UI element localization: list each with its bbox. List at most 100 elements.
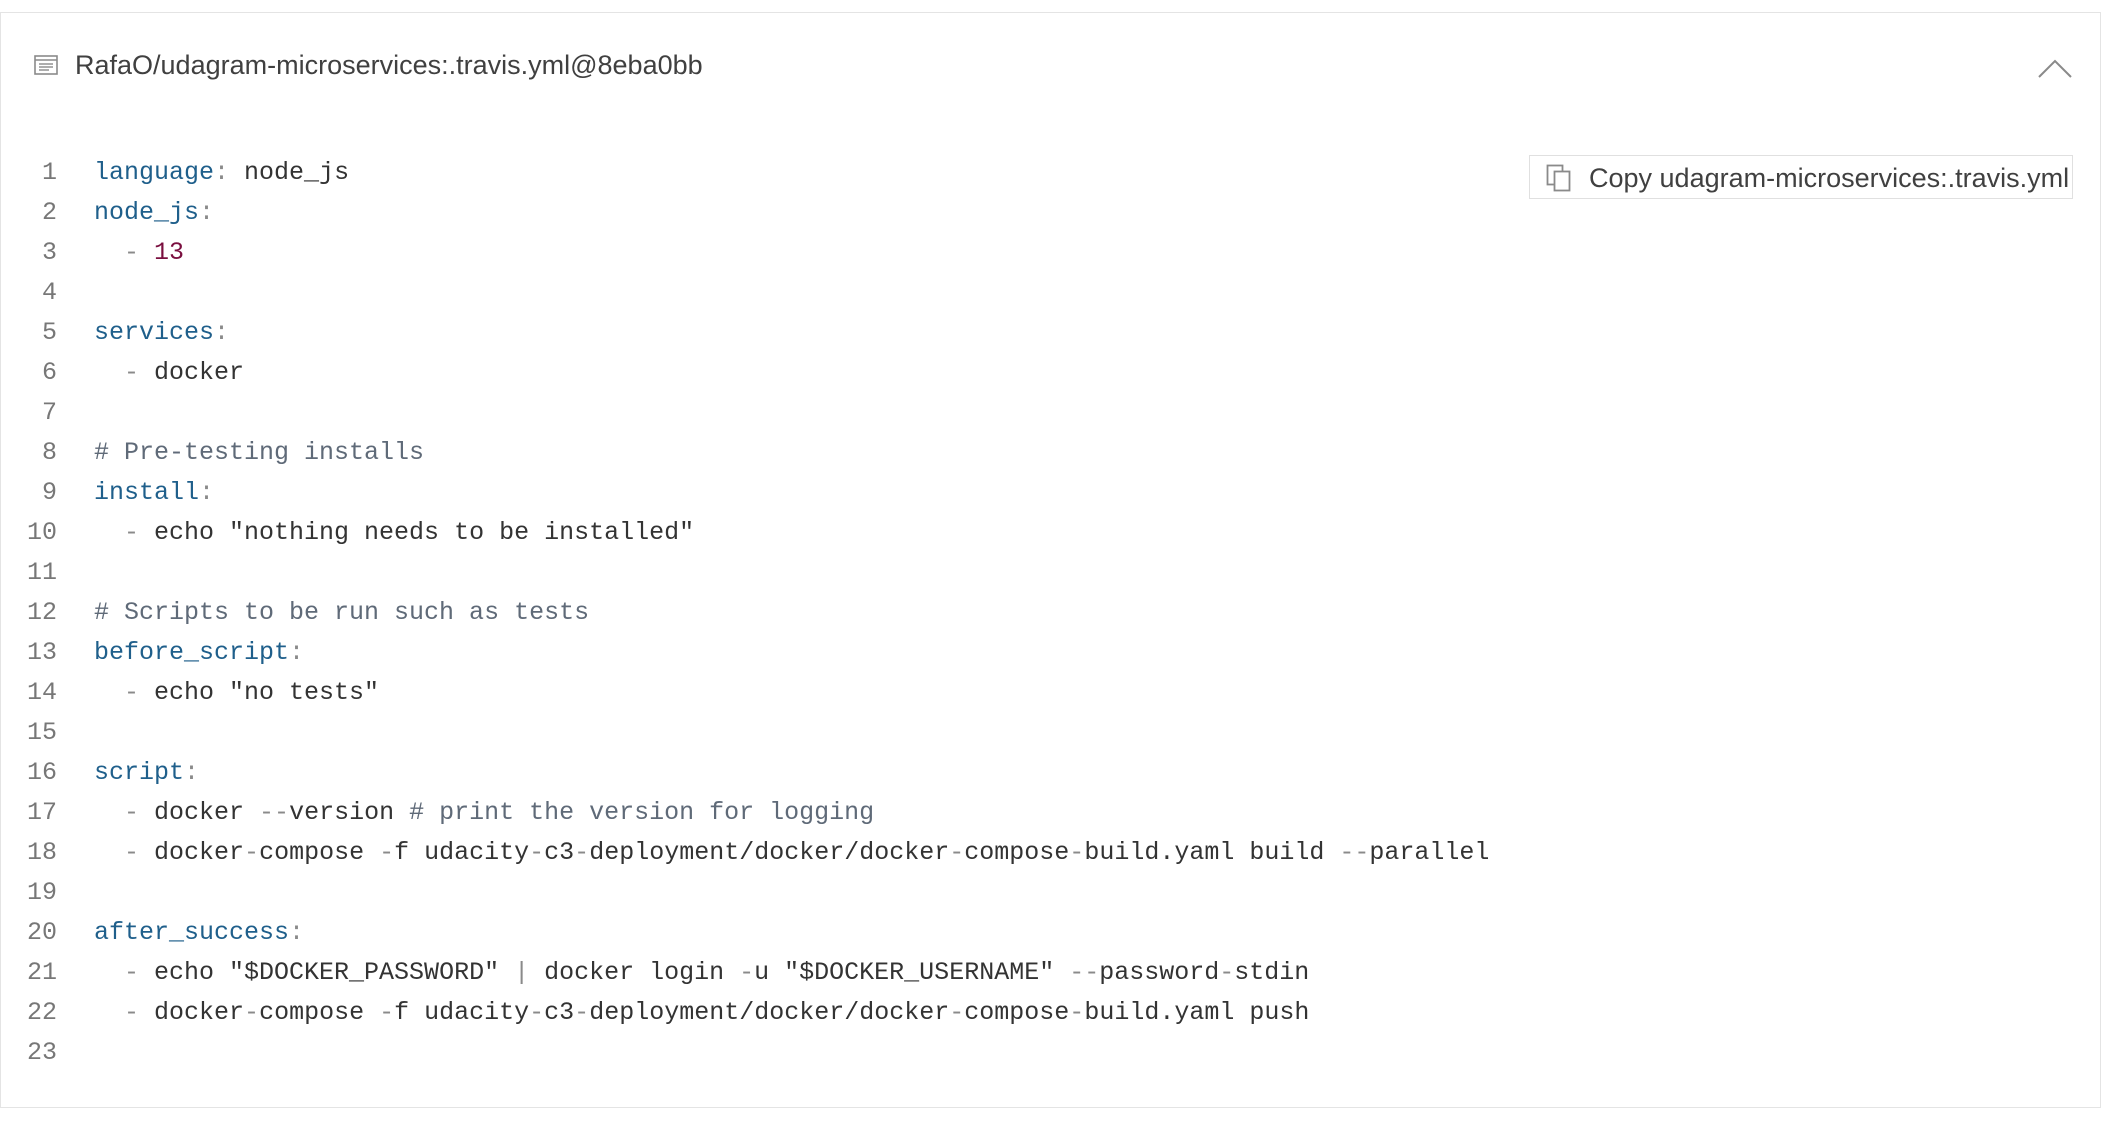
line-content: - echo "$DOCKER_PASSWORD" | docker login…	[94, 953, 1309, 993]
code-line: 7	[1, 393, 1501, 433]
code-token: :	[289, 918, 305, 947]
code-line: 22 - docker-compose -f udacity-c3-deploy…	[1, 993, 1501, 1033]
code-token: node_js	[229, 158, 350, 187]
code-token: |	[514, 958, 530, 987]
code-line: 5 services:	[1, 313, 1501, 353]
line-content: install:	[94, 473, 214, 513]
code-token: # Pre-testing installs	[94, 438, 425, 467]
line-content: - docker	[94, 353, 244, 393]
code-token: f udacity	[394, 838, 530, 867]
code-token: -	[1069, 838, 1085, 867]
code-line: 13 before_script:	[1, 633, 1501, 673]
line-number: 15	[26, 718, 57, 747]
line-number: 4	[41, 278, 57, 307]
line-content: node_js:	[94, 193, 214, 233]
copy-icon	[1546, 164, 1572, 192]
line-content: - docker-compose -f udacity-c3-deploymen…	[94, 833, 1489, 873]
code-token: -	[94, 238, 140, 267]
code-token: -	[94, 958, 140, 987]
file-title: RafaO/udagram-microservices:.travis.yml@…	[75, 50, 703, 80]
code-token: echo "no tests"	[139, 678, 380, 707]
line-number: 21	[26, 958, 57, 987]
code-token: docker	[139, 358, 245, 387]
line-content: script:	[94, 753, 199, 793]
code-token: before_script	[94, 638, 290, 667]
code-line: 6 - docker	[1, 353, 1501, 393]
code-token: install	[94, 478, 200, 507]
code-token: :	[214, 158, 230, 187]
code-token: -	[1219, 958, 1235, 987]
code-token: --	[1069, 958, 1100, 987]
code-token: -	[949, 998, 965, 1027]
line-content: services:	[94, 313, 229, 353]
code-token: -	[94, 838, 140, 867]
line-content: - 13	[94, 233, 184, 273]
code-line: 9 install:	[1, 473, 1501, 513]
code-token: -	[739, 958, 755, 987]
code-token: 13	[154, 238, 185, 267]
line-number: 18	[26, 838, 57, 867]
code-token: docker login	[529, 958, 740, 987]
code-token: docker	[139, 838, 245, 867]
code-token: version	[289, 798, 410, 827]
line-content: language: node_js	[94, 153, 349, 193]
line-number: 6	[41, 358, 57, 387]
file-text-icon	[34, 55, 58, 75]
code-token: deployment/docker/docker	[589, 838, 950, 867]
code-token: -	[94, 798, 140, 827]
code-block: 1 language: node_js 2 node_js: 3 - 13 4 5 servi…	[1, 153, 1501, 1073]
code-line: 16 script:	[1, 753, 1501, 793]
line-number: 12	[26, 598, 57, 627]
code-line: 11	[1, 553, 1501, 593]
line-number: 1	[41, 158, 57, 187]
line-content: before_script:	[94, 633, 304, 673]
code-token: -	[949, 838, 965, 867]
code-token: -	[379, 998, 395, 1027]
code-token: :	[214, 318, 230, 347]
code-token: c3	[544, 838, 575, 867]
code-token: -	[94, 358, 140, 387]
line-number: 5	[41, 318, 57, 347]
line-content: - echo "no tests"	[94, 673, 379, 713]
code-token: --	[259, 798, 290, 827]
line-content: - echo "nothing needs to be installed"	[94, 513, 694, 553]
code-token: -	[379, 838, 395, 867]
code-token: u "$DOCKER_USERNAME"	[754, 958, 1070, 987]
code-token: :	[184, 758, 200, 787]
code-token: compose	[964, 998, 1070, 1027]
line-content: - docker --version # print the version f…	[94, 793, 874, 833]
code-token: deployment/docker/docker	[589, 998, 950, 1027]
code-token: build.yaml push	[1084, 998, 1310, 1027]
code-token: :	[199, 198, 215, 227]
code-token: :	[199, 478, 215, 507]
code-token: echo "$DOCKER_PASSWORD"	[139, 958, 515, 987]
line-number: 10	[26, 518, 57, 547]
line-content: # Scripts to be run such as tests	[94, 593, 589, 633]
line-number: 13	[26, 638, 57, 667]
code-token: language	[94, 158, 215, 187]
line-number: 14	[26, 678, 57, 707]
line-number: 11	[26, 558, 57, 587]
line-number: 7	[41, 398, 57, 427]
code-token: # print the version for logging	[409, 798, 875, 827]
code-token: -	[574, 838, 590, 867]
file-header: RafaO/udagram-microservices:.travis.yml@…	[1, 13, 2100, 119]
chevron-up-icon	[2038, 59, 2072, 78]
line-number: 3	[41, 238, 57, 267]
code-token: parallel	[1369, 838, 1490, 867]
code-token: compose	[259, 998, 380, 1027]
line-number: 20	[26, 918, 57, 947]
collapse-button[interactable]	[2035, 53, 2075, 83]
code-token: services	[94, 318, 215, 347]
line-number: 17	[26, 798, 57, 827]
code-token: node_js	[94, 198, 200, 227]
copy-file-button[interactable]: Copy udagram-microservices:.travis.yml	[1529, 155, 2073, 199]
code-token: compose	[964, 838, 1070, 867]
code-token: -	[244, 838, 260, 867]
line-number: 22	[26, 998, 57, 1027]
code-line: 14 - echo "no tests"	[1, 673, 1501, 713]
code-line: 12 # Scripts to be run such as tests	[1, 593, 1501, 633]
line-content: # Pre-testing installs	[94, 433, 424, 473]
code-token: docker	[139, 998, 245, 1027]
code-line: 20 after_success:	[1, 913, 1501, 953]
